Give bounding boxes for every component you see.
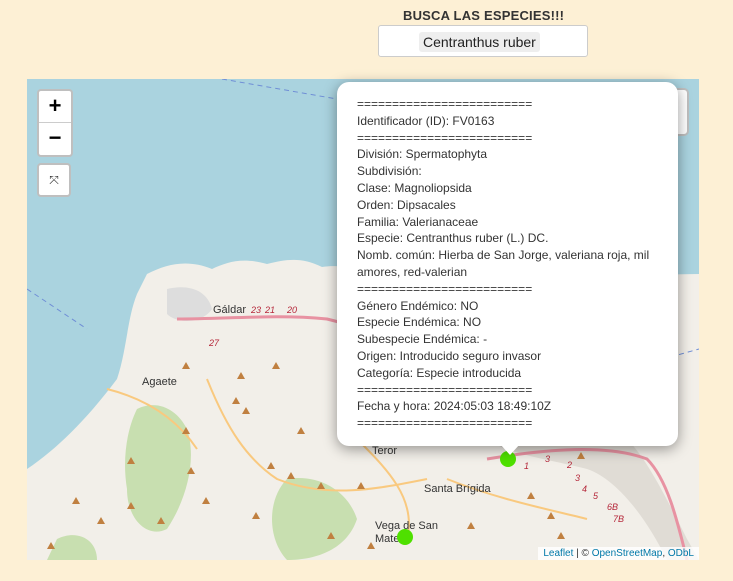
popup-line: Origen: Introducido seguro invasor (357, 348, 542, 363)
road-number: 5 (593, 491, 599, 501)
popup-line: Género Endémico: NO (357, 298, 479, 313)
road-number: 23 (251, 305, 262, 315)
popup-line: Categoría: Especie introducida (357, 365, 522, 380)
popup-line: División: Spermatophyta (357, 147, 488, 162)
leaflet-link[interactable]: Leaflet (543, 548, 573, 559)
zoom-in-button[interactable]: + (39, 91, 71, 123)
popup-line: Clase: Magnoliopsida (357, 180, 472, 195)
road-number: 3 (575, 473, 581, 483)
popup-line: ========================= (357, 130, 533, 145)
road-number: 20 (287, 305, 298, 315)
popup-line: ========================= (357, 281, 533, 296)
road-number: 6B (607, 502, 619, 512)
search-selected-value[interactable]: Centranthus ruber (419, 32, 540, 52)
zoom-out-button[interactable]: − (39, 123, 71, 154)
popup-line: Fecha y hora: 2024:05:03 18:49:10Z (357, 399, 552, 414)
popup-line: Familia: Valerianaceae (357, 214, 479, 229)
species-search-input[interactable]: Centranthus ruber (378, 25, 588, 57)
osm-link[interactable]: OpenStreetMap (592, 548, 663, 559)
popup-line: Nomb. común: Hierba de San Jorge, valeri… (357, 248, 650, 279)
fullscreen-button[interactable]: ⤧ (37, 163, 71, 197)
road-number: 2 (567, 460, 573, 470)
popup-content: ========================= Identificador … (357, 96, 667, 432)
road-number: 7B (613, 514, 625, 524)
road-number: 1 (524, 461, 530, 471)
popup-line: Subespecie Endémica: - (357, 332, 488, 347)
species-popup: ========================= Identificador … (337, 82, 678, 455)
place-label: Gáldar (213, 304, 247, 316)
zoom-control: + − (37, 89, 73, 157)
species-marker[interactable] (397, 529, 413, 545)
attribution-separator: | © (573, 548, 592, 559)
page-title-text: BUSCA LAS ESPECIES!!! (403, 8, 565, 23)
popup-line: Especie Endémica: NO (357, 315, 482, 330)
odbl-link[interactable]: ODbL (668, 548, 694, 559)
popup-line: ========================= (357, 382, 533, 397)
popup-line: Orden: Dipsacales (357, 197, 456, 212)
road-number: 21 (265, 305, 276, 315)
popup-line: ========================= (357, 97, 533, 111)
place-label: Santa Brígida (424, 483, 491, 495)
road-number: 27 (209, 338, 220, 348)
road-number: 3 (545, 454, 551, 464)
popup-line: ========================= (357, 416, 533, 431)
popup-line: Identificador (ID): FV0163 (357, 113, 495, 128)
place-label: Teror (372, 445, 398, 457)
fullscreen-icon: ⤧ (49, 173, 59, 187)
popup-line: Subdivisión: (357, 164, 422, 179)
road-number: 4 (582, 484, 588, 494)
popup-line: Especie: Centranthus ruber (L.) DC. (357, 231, 549, 246)
place-label: Agaete (142, 376, 177, 388)
map-attribution: Leaflet | © OpenStreetMap, ODbL (538, 547, 699, 560)
popup-tip (500, 444, 520, 455)
